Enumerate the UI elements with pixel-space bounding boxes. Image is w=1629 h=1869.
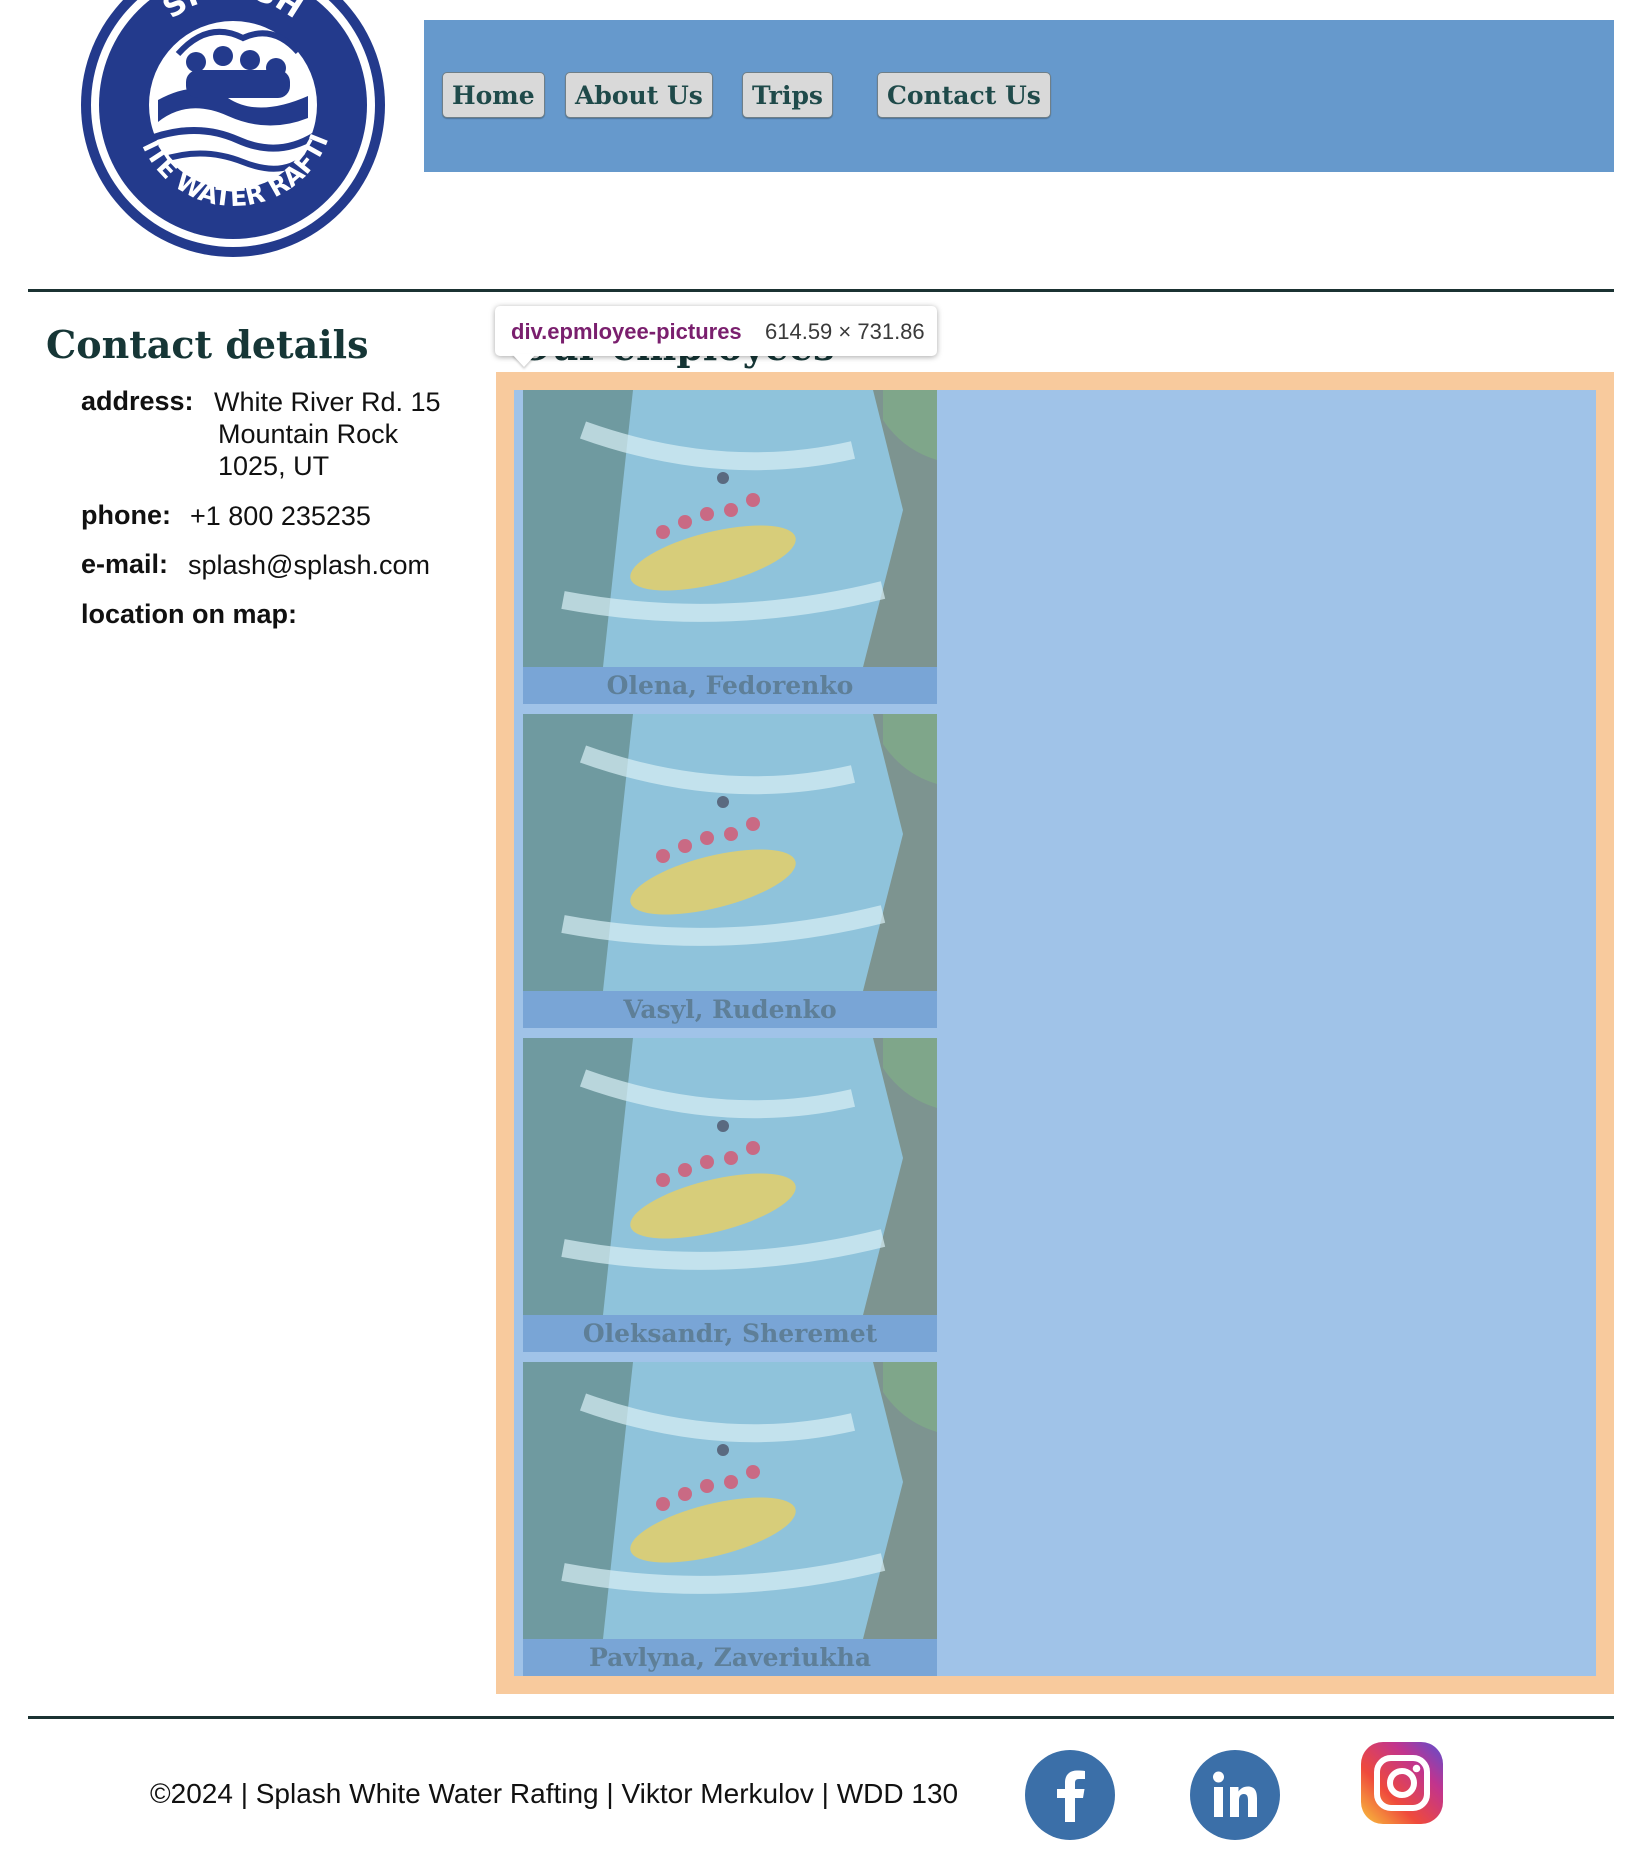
tooltip-size: 614.59 × 731.86 bbox=[765, 319, 925, 344]
address-label: address: bbox=[81, 386, 194, 416]
footer-copyright: ©2024 | Splash White Water Rafting | Vik… bbox=[150, 1778, 959, 1809]
nav-contact-button[interactable]: Contact Us bbox=[877, 72, 1051, 118]
contact-title: Contact details bbox=[46, 322, 369, 367]
footer-divider bbox=[28, 1716, 1614, 1719]
employee-card: Oleksandr, Sheremet bbox=[523, 1038, 937, 1352]
employees-panel: Olena, Fedorenko Vasyl, Rudenko Oleksand… bbox=[496, 372, 1614, 1694]
employee-card: Vasyl, Rudenko bbox=[523, 714, 937, 1028]
employee-name: Oleksandr, Sheremet bbox=[582, 1319, 878, 1348]
employee-card: Pavlyna, Zaveriukha bbox=[523, 1362, 937, 1676]
instagram-icon[interactable] bbox=[1357, 1738, 1447, 1828]
facebook-icon[interactable] bbox=[1025, 1750, 1115, 1840]
employee-card: Olena, Fedorenko bbox=[523, 390, 937, 704]
employee-name: Vasyl, Rudenko bbox=[623, 995, 837, 1024]
email-value: splash@splash.com bbox=[188, 550, 431, 580]
splash-logo: SPLASH WHITE WATER RAFTING bbox=[78, 0, 385, 257]
rafting-photo bbox=[523, 1038, 937, 1315]
address-line-3: 1025, UT bbox=[218, 451, 330, 481]
rafting-photo bbox=[523, 390, 937, 667]
tooltip-pointer bbox=[512, 354, 536, 367]
rafting-photo bbox=[523, 714, 937, 991]
tooltip-selector: div.epmloyee-pictures bbox=[511, 319, 742, 344]
main-nav: Home About Us Trips Contact Us bbox=[424, 20, 1614, 172]
employee-name: Pavlyna, Zaveriukha bbox=[588, 1643, 872, 1672]
linkedin-icon[interactable] bbox=[1190, 1750, 1280, 1840]
nav-home-button[interactable]: Home bbox=[442, 72, 545, 118]
phone-value: +1 800 235235 bbox=[190, 501, 371, 531]
address-line-2: Mountain Rock bbox=[218, 419, 399, 449]
employee-pictures: Olena, Fedorenko Vasyl, Rudenko Oleksand… bbox=[514, 390, 1596, 1676]
address-line-1: White River Rd. 15 bbox=[214, 387, 441, 417]
devtools-element-tooltip: div.epmloyee-pictures 614.59 × 731.86 bbox=[495, 306, 937, 356]
rafting-photo bbox=[523, 1362, 937, 1639]
nav-trips-button[interactable]: Trips bbox=[742, 72, 834, 118]
phone-label: phone: bbox=[81, 500, 171, 530]
employee-name: Olena, Fedorenko bbox=[606, 671, 854, 700]
email-label: e-mail: bbox=[81, 549, 169, 579]
map-label: location on map: bbox=[81, 599, 297, 629]
nav-about-button[interactable]: About Us bbox=[565, 72, 713, 118]
header-divider bbox=[28, 289, 1614, 292]
